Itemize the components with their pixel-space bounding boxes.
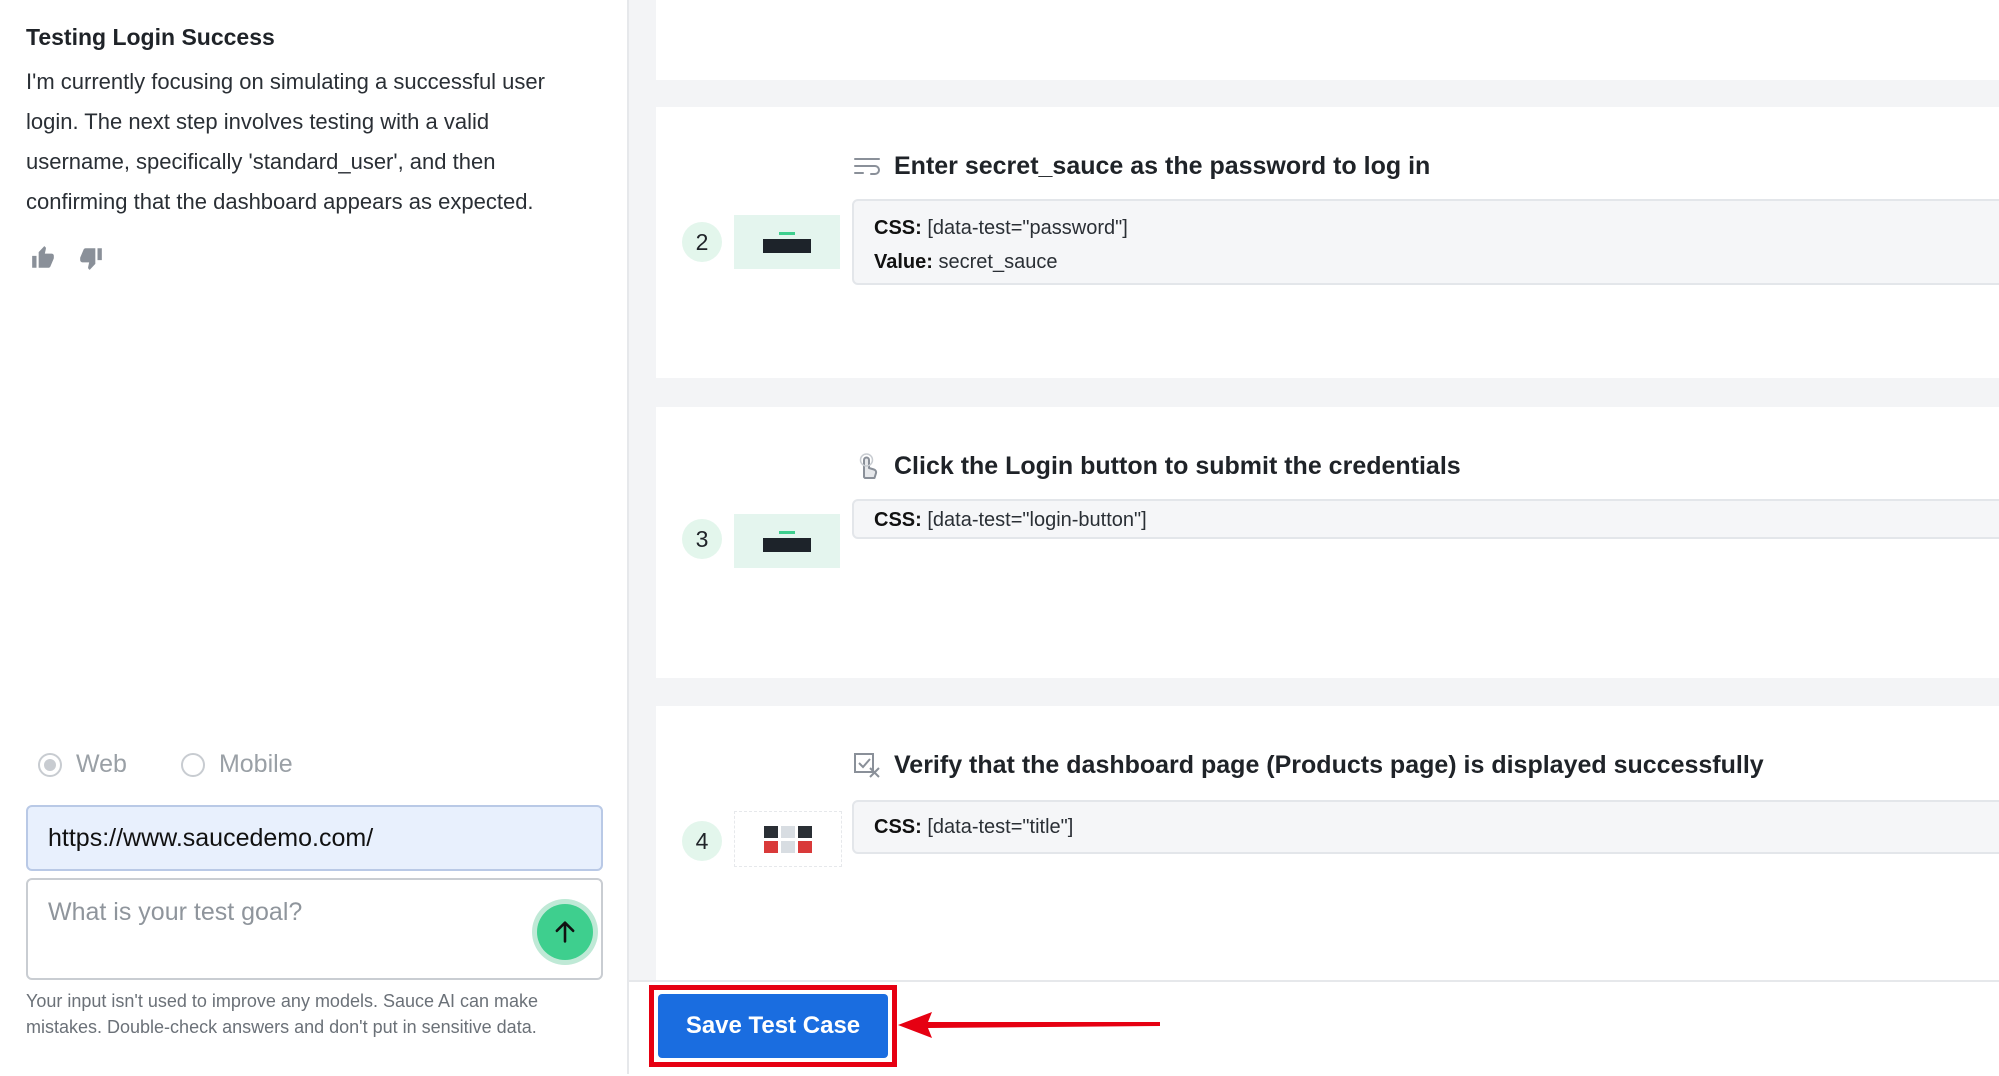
step-title: Enter secret_sauce as the password to lo… xyxy=(894,151,1431,180)
css-selector: [data-test="title"] xyxy=(927,816,1074,838)
step-header: Verify that the dashboard page (Products… xyxy=(852,750,1764,780)
step-detail: CSS: [data-test="title"] xyxy=(852,800,1999,854)
step-detail: CSS: [data-test="login-button"] xyxy=(852,499,1999,539)
radio-mobile-dot[interactable] xyxy=(180,752,205,777)
step-card: 2 Enter secret_sauce as the password to … xyxy=(656,107,1999,378)
css-label: CSS: xyxy=(874,816,922,838)
step-number: 4 xyxy=(682,821,722,861)
message-title: Testing Login Success xyxy=(26,24,275,50)
css-selector: [data-test="password"] xyxy=(927,217,1128,239)
radio-web-label: Web xyxy=(76,750,127,778)
css-selector: [data-test="login-button"] xyxy=(927,509,1147,531)
verify-icon xyxy=(852,750,882,780)
test-goal-placeholder: What is your test goal? xyxy=(48,898,303,926)
step-card: 3 Click the Login button to submit the c… xyxy=(656,407,1999,678)
step-number: 3 xyxy=(682,519,722,559)
step-screenshot-thumbnail[interactable] xyxy=(734,514,840,568)
step-header: Click the Login button to submit the cre… xyxy=(852,451,1461,481)
input-value: secret_sauce xyxy=(938,251,1058,273)
step-title: Verify that the dashboard page (Products… xyxy=(894,750,1764,779)
tap-icon xyxy=(852,451,882,481)
css-label: CSS: xyxy=(874,217,922,239)
message-body: I'm currently focusing on simulating a s… xyxy=(26,69,545,214)
radio-web-dot[interactable] xyxy=(38,752,62,777)
save-test-case-button[interactable]: Save Test Case xyxy=(658,994,888,1058)
radio-mobile[interactable]: Mobile xyxy=(180,750,293,779)
feedback-actions xyxy=(30,245,104,271)
annotation-arrow-icon xyxy=(898,1012,1160,1038)
step-screenshot-thumbnail[interactable] xyxy=(734,215,840,269)
url-input[interactable]: https://www.saucedemo.com/ xyxy=(26,805,603,871)
thumbs-up-icon[interactable] xyxy=(30,245,56,271)
disclaimer-text: Your input isn't used to improve any mod… xyxy=(26,991,539,1037)
css-label: CSS: xyxy=(874,509,922,531)
step-header: Enter secret_sauce as the password to lo… xyxy=(852,151,1430,181)
step-detail: CSS: [data-test="password"] Value: secre… xyxy=(852,199,1999,285)
save-button-highlight: Save Test Case xyxy=(649,985,897,1067)
step-card-previous xyxy=(656,0,1999,80)
chat-panel: Testing Login Success I'm currently focu… xyxy=(0,0,629,1074)
thumbs-down-icon[interactable] xyxy=(78,245,104,271)
arrow-up-icon xyxy=(555,921,575,943)
step-card: 4 Verify that the dashboard page (Produc… xyxy=(656,706,1999,980)
step-number: 2 xyxy=(682,222,722,262)
step-title: Click the Login button to submit the cre… xyxy=(894,451,1461,480)
send-button[interactable] xyxy=(537,904,593,960)
test-goal-input[interactable]: What is your test goal? xyxy=(26,878,603,980)
radio-web[interactable]: Web xyxy=(38,750,127,779)
step-screenshot-thumbnail[interactable] xyxy=(734,811,842,867)
value-label: Value: xyxy=(874,251,933,273)
steps-panel: 2 Enter secret_sauce as the password to … xyxy=(629,0,1999,980)
platform-selector: Web Mobile xyxy=(38,750,347,779)
type-text-icon xyxy=(852,151,882,181)
radio-mobile-label: Mobile xyxy=(218,750,293,778)
